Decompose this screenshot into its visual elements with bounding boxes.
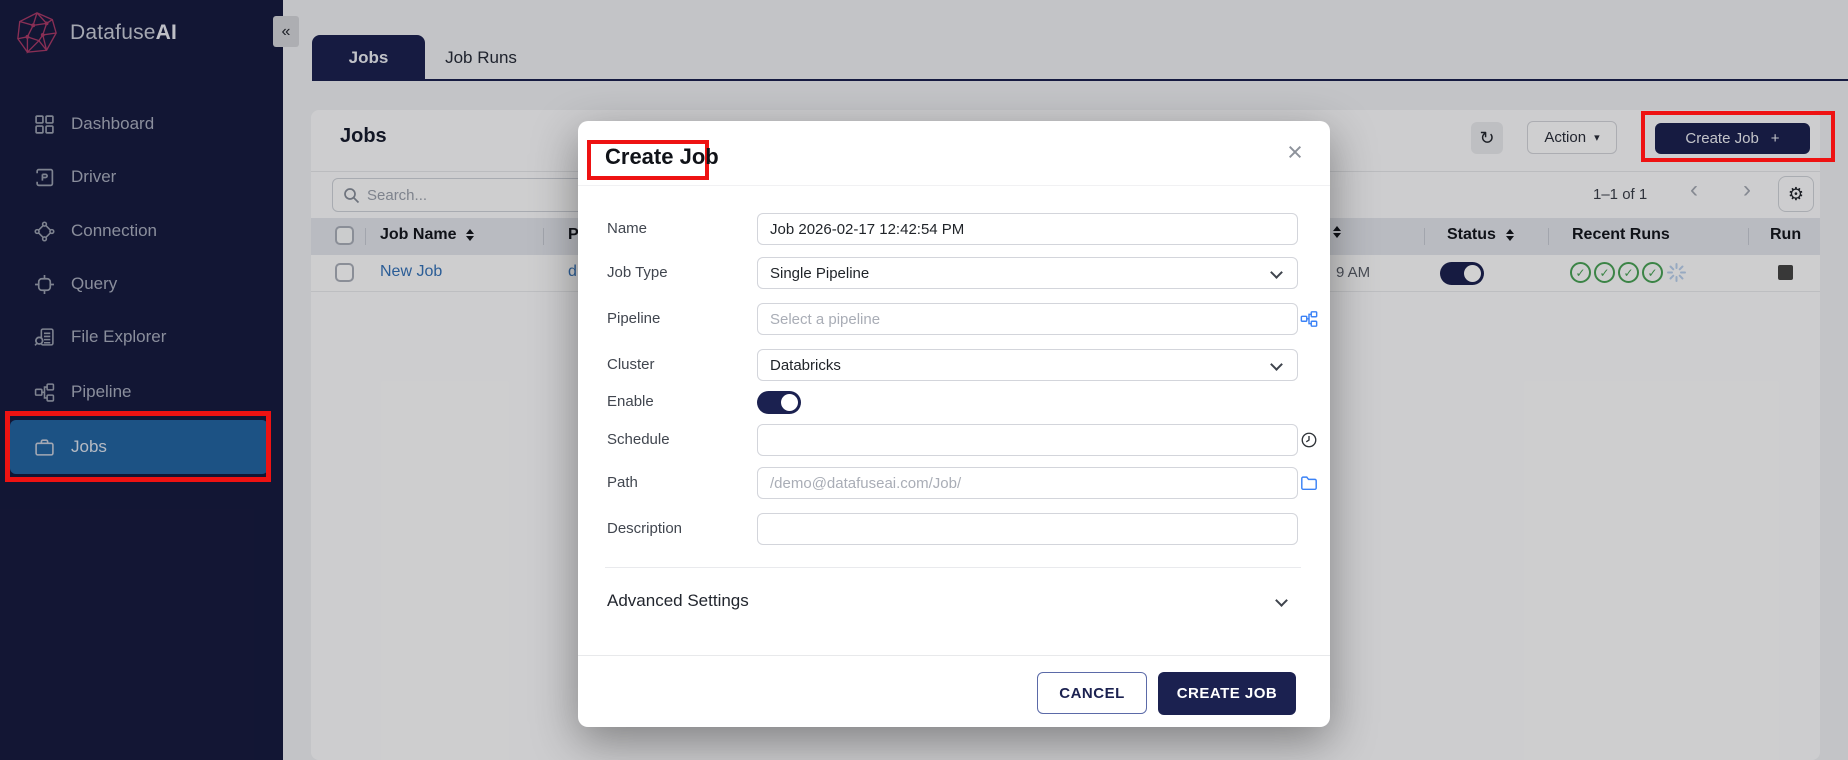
description-field[interactable]	[757, 513, 1298, 545]
app-root: DatafuseAI Dashboard Driver Connection Q…	[0, 0, 1848, 760]
divider	[578, 655, 1330, 656]
field-label-path: Path	[607, 474, 638, 491]
pipeline-field[interactable]	[757, 303, 1298, 335]
modal-title: Create Job	[605, 144, 719, 169]
field-label-enable: Enable	[607, 393, 654, 410]
field-label-name: Name	[607, 220, 648, 237]
divider	[605, 567, 1301, 568]
enable-toggle[interactable]	[757, 391, 801, 414]
field-label-description: Description	[607, 520, 683, 537]
chevron-down-icon[interactable]	[1275, 594, 1288, 607]
cancel-button[interactable]: CANCEL	[1037, 672, 1147, 714]
chevron-down-icon	[1270, 358, 1283, 371]
name-field[interactable]	[757, 213, 1298, 245]
close-icon[interactable]: ×	[1278, 135, 1312, 169]
advanced-settings-toggle[interactable]: Advanced Settings	[607, 591, 749, 611]
pipeline-picker-icon[interactable]	[1300, 310, 1318, 328]
field-label-cluster: Cluster	[607, 356, 655, 373]
cluster-select[interactable]: Databricks	[757, 349, 1298, 381]
divider	[578, 185, 1330, 186]
create-job-submit-button[interactable]: CREATE JOB	[1158, 672, 1296, 715]
path-field[interactable]	[757, 467, 1298, 499]
schedule-field[interactable]	[757, 424, 1298, 456]
folder-icon[interactable]	[1300, 474, 1318, 492]
create-job-modal: Create Job × Name Job Type Single Pipeli…	[578, 121, 1330, 727]
field-label-schedule: Schedule	[607, 431, 670, 448]
clock-icon[interactable]	[1300, 431, 1318, 449]
field-label-job-type: Job Type	[607, 264, 668, 281]
job-type-select[interactable]: Single Pipeline	[757, 257, 1298, 289]
chevron-down-icon	[1270, 266, 1283, 279]
field-label-pipeline: Pipeline	[607, 310, 661, 327]
